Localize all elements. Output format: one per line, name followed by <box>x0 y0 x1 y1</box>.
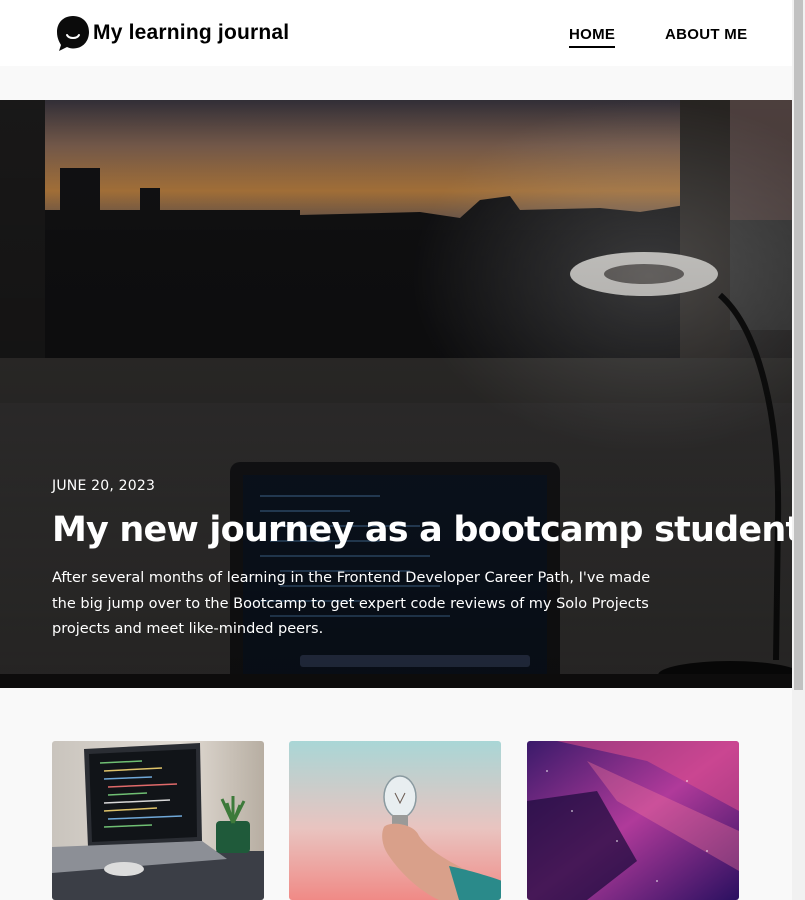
laptop-code-image <box>52 741 264 900</box>
page-scrollbar[interactable] <box>792 0 805 900</box>
post-card-image-1[interactable] <box>52 741 264 900</box>
site-title[interactable]: My learning journal <box>93 21 289 45</box>
nav-about-link[interactable]: ABOUT ME <box>665 26 747 43</box>
post-date: JUNE 20, 2023 <box>52 478 156 494</box>
post-card-image-3[interactable] <box>527 741 739 900</box>
post-card-image-2[interactable] <box>289 741 501 900</box>
nav-home-link[interactable]: HOME <box>569 26 616 48</box>
site-header: My learning journal HOME ABOUT ME <box>0 0 792 66</box>
chat-bubble-smile-icon[interactable] <box>56 14 90 52</box>
purple-abstract-image <box>527 741 739 900</box>
scrollbar-thumb[interactable] <box>794 0 803 690</box>
post-title[interactable]: My new journey as a bootcamp student. <box>52 510 792 550</box>
lightbulb-hand-image <box>289 741 501 900</box>
post-excerpt: After several months of learning in the … <box>52 570 651 637</box>
hero-featured-post[interactable]: JUNE 20, 2023 My new journey as a bootca… <box>0 100 792 688</box>
